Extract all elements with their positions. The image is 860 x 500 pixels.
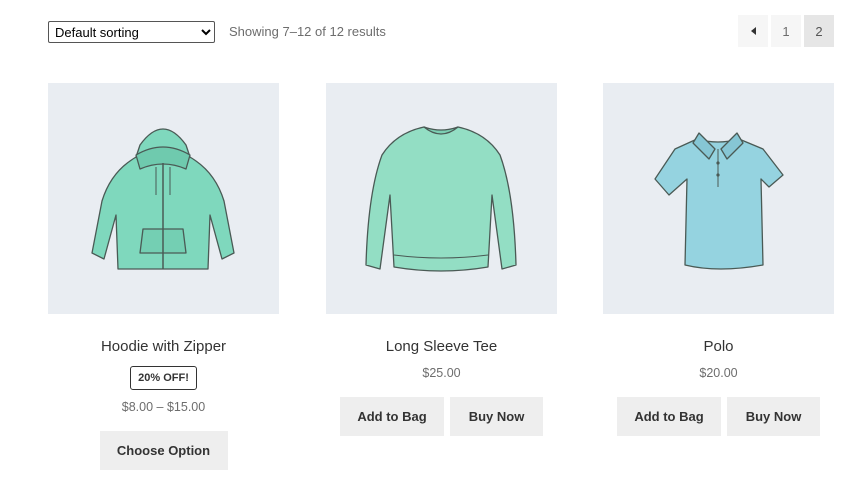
buy-now-button[interactable]: Buy Now xyxy=(727,397,820,436)
page-2-current: 2 xyxy=(804,15,834,47)
product-title[interactable]: Hoodie with Zipper xyxy=(48,338,279,356)
sort-select[interactable]: Default sorting xyxy=(48,21,215,43)
hoodie-icon xyxy=(91,128,235,270)
caret-left-icon xyxy=(750,27,756,35)
add-to-bag-button[interactable]: Add to Bag xyxy=(340,397,444,436)
product-price: $25.00 xyxy=(422,366,461,380)
long-sleeve-tee-icon xyxy=(365,126,517,272)
result-count: Showing 7–12 of 12 results xyxy=(229,24,386,39)
sale-badge: 20% OFF! xyxy=(130,366,197,390)
product-price: $20.00 xyxy=(699,366,738,380)
product-image-hoodie[interactable] xyxy=(48,83,279,314)
buy-now-button[interactable]: Buy Now xyxy=(450,397,543,436)
add-to-bag-button[interactable]: Add to Bag xyxy=(617,397,721,436)
product-title[interactable]: Polo xyxy=(603,338,834,356)
product-image-polo[interactable] xyxy=(603,83,834,314)
product-card-polo: Polo $20.00 Add to Bag Buy Now xyxy=(603,83,834,436)
product-card-hoodie-with-zipper: Hoodie with Zipper 20% OFF! $8.00 – $15.… xyxy=(48,83,279,470)
pagination: 1 2 xyxy=(738,15,834,47)
product-card-long-sleeve-tee: Long Sleeve Tee $25.00 Add to Bag Buy No… xyxy=(326,83,557,436)
previous-page-button[interactable] xyxy=(738,15,768,47)
product-title[interactable]: Long Sleeve Tee xyxy=(326,338,557,356)
polo-icon xyxy=(654,132,784,270)
product-image-long-sleeve-tee[interactable] xyxy=(326,83,557,314)
shop-toolbar: Default sorting Showing 7–12 of 12 resul… xyxy=(48,15,834,50)
page-1-link[interactable]: 1 xyxy=(771,15,801,47)
product-price: $8.00 – $15.00 xyxy=(121,400,206,414)
choose-option-button[interactable]: Choose Option xyxy=(99,431,228,470)
